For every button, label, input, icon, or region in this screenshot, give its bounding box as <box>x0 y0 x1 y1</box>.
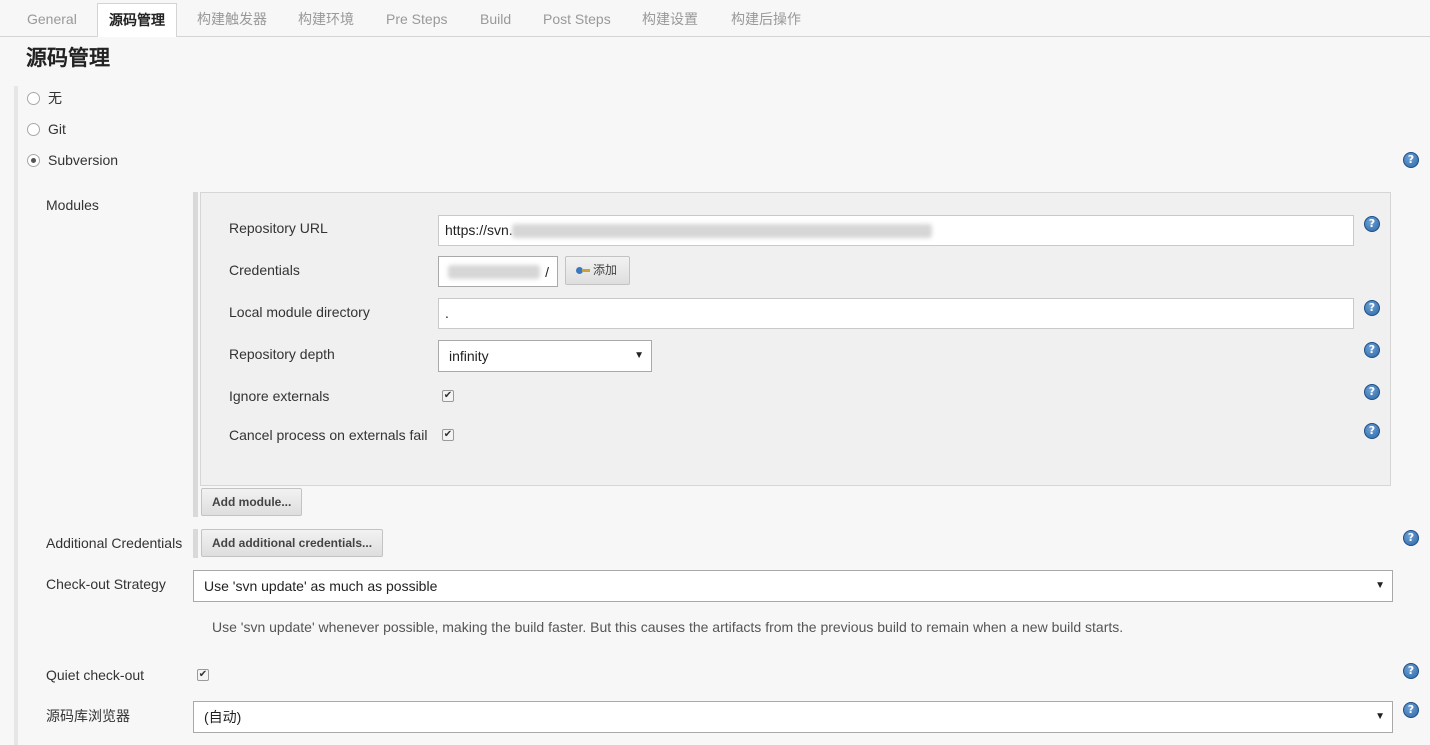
help-icon-repository-depth[interactable]: ? <box>1364 342 1380 358</box>
repository-url-value: https://svn. <box>445 222 513 238</box>
quiet-checkout-checkbox[interactable]: ✔ <box>197 669 209 681</box>
help-icon-subversion[interactable]: ? <box>1403 152 1419 168</box>
local-module-directory-value: . <box>445 305 449 321</box>
radio-label-none: 无 <box>48 90 62 106</box>
key-icon <box>576 267 590 275</box>
repo-browser-select[interactable]: (自动) ▼ <box>193 701 1393 733</box>
repo-browser-label: 源码库浏览器 <box>46 708 130 724</box>
help-icon-local-module-directory[interactable]: ? <box>1364 300 1380 316</box>
repository-depth-select[interactable]: infinity ▼ <box>438 340 652 372</box>
tab-pre-steps[interactable]: Pre Steps <box>375 3 458 37</box>
page-title: 源码管理 <box>26 47 110 70</box>
modules-bar <box>193 192 198 517</box>
tab-build-triggers[interactable]: 构建触发器 <box>186 3 278 37</box>
help-icon-cancel-on-externals-fail[interactable]: ? <box>1364 423 1380 439</box>
help-icon-ignore-externals[interactable]: ? <box>1364 384 1380 400</box>
checkout-strategy-select[interactable]: Use 'svn update' as much as possible ▼ <box>193 570 1393 602</box>
help-icon-repository-url[interactable]: ? <box>1364 216 1380 232</box>
help-icon-repo-browser[interactable]: ? <box>1403 702 1419 718</box>
tab-build-environment[interactable]: 构建环境 <box>287 3 365 37</box>
tab-build-settings[interactable]: 构建设置 <box>631 3 709 37</box>
radio-subversion[interactable] <box>27 153 40 167</box>
redacted-credentials <box>448 265 540 279</box>
tab-scm[interactable]: 源码管理 <box>97 3 177 38</box>
help-icon-additional-credentials[interactable]: ? <box>1403 530 1419 546</box>
checkout-strategy-label: Check-out Strategy <box>46 576 166 592</box>
tab-build[interactable]: Build <box>469 3 522 37</box>
cancel-on-externals-fail-checkbox[interactable]: ✔ <box>442 429 454 441</box>
tab-post-steps[interactable]: Post Steps <box>532 3 622 37</box>
radio-label-subversion: Subversion <box>48 152 119 168</box>
chevron-down-icon: ▼ <box>634 350 644 361</box>
local-module-directory-input[interactable]: . <box>438 298 1354 329</box>
quiet-checkout-label: Quiet check-out <box>46 667 145 683</box>
modules-label: Modules <box>46 197 99 213</box>
radio-none[interactable] <box>27 91 40 105</box>
add-additional-credentials-button[interactable]: Add additional credentials... <box>201 529 384 557</box>
radio-git[interactable] <box>27 122 40 136</box>
checkout-strategy-description: Use 'svn update' whenever possible, maki… <box>212 619 1124 635</box>
repository-url-label: Repository URL <box>229 220 328 236</box>
ignore-externals-label: Ignore externals <box>229 388 330 404</box>
redacted-url <box>512 224 932 238</box>
repository-depth-label: Repository depth <box>229 346 335 362</box>
repository-depth-value: infinity <box>449 348 489 364</box>
add-module-button[interactable]: Add module... <box>201 488 303 516</box>
credentials-label: Credentials <box>229 262 300 278</box>
credentials-value: / <box>545 264 549 280</box>
help-icon-quiet-checkout[interactable]: ? <box>1403 663 1419 679</box>
local-module-directory-label: Local module directory <box>229 304 370 320</box>
scm-option-none[interactable]: 无 <box>27 88 62 108</box>
repo-browser-value: (自动) <box>204 709 242 725</box>
section-rule <box>14 86 18 745</box>
add-credentials-button[interactable]: 添加 <box>565 256 630 285</box>
add-credentials-label: 添加 <box>593 263 618 277</box>
scm-option-git[interactable]: Git <box>27 119 66 139</box>
chevron-down-icon: ▼ <box>1375 711 1385 722</box>
radio-label-git: Git <box>48 121 66 137</box>
tab-bar: General 源码管理 构建触发器 构建环境 Pre Steps Build … <box>0 0 1430 38</box>
ignore-externals-checkbox[interactable]: ✔ <box>442 390 454 402</box>
tab-general[interactable]: General <box>16 3 88 37</box>
tab-post-build-actions[interactable]: 构建后操作 <box>720 3 812 37</box>
additional-credentials-label: Additional Credentials <box>46 535 183 551</box>
cancel-on-externals-fail-label: Cancel process on externals fail <box>229 427 428 443</box>
checkout-strategy-value: Use 'svn update' as much as possible <box>204 578 438 594</box>
additional-credentials-bar <box>193 529 198 558</box>
chevron-down-icon: ▼ <box>1375 580 1385 591</box>
scm-option-subversion[interactable]: Subversion <box>27 150 118 170</box>
